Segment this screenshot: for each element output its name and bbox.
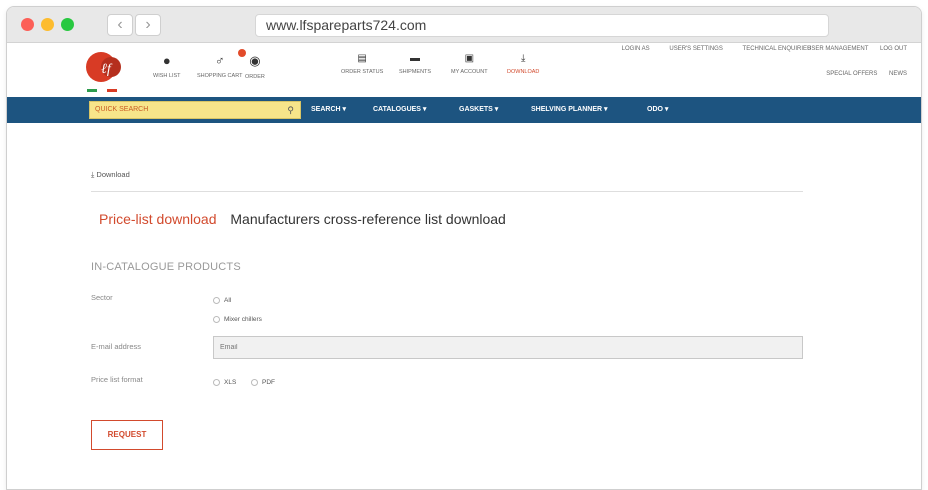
format-label: Price list format: [91, 375, 143, 384]
logo-icon[interactable]: ℓf: [85, 47, 125, 87]
nav-shelving-planner[interactable]: SHELVING PLANNER ▾: [531, 105, 608, 113]
page-content: ⤓ Download Price-list download Manufactu…: [7, 123, 921, 489]
close-window-button[interactable]: [21, 18, 34, 31]
right-links: SPECIAL OFFERS NEWS: [816, 71, 907, 77]
tab-cross-reference[interactable]: Manufacturers cross-reference list downl…: [230, 211, 505, 227]
cart-icon: ♂: [197, 49, 247, 68]
download-link[interactable]: ⤓ DOWNLOAD: [507, 53, 539, 75]
tab-price-list[interactable]: Price-list download: [99, 211, 217, 227]
url-bar[interactable]: www.lfspareparts724.com: [255, 14, 829, 37]
truck-icon: ▬: [410, 53, 421, 64]
breadcrumb: ⤓ Download: [91, 170, 803, 192]
browser-window: ‹ › www.lfspareparts724.com ℓf ● WISH LI…: [6, 6, 922, 490]
radio-circle[interactable]: [213, 316, 220, 323]
my-account-link[interactable]: ▣ MY ACCOUNT: [451, 53, 488, 75]
site-header: ℓf ● WISH LIST ♂ SHOPPING CART ◉ ORDER ▤…: [7, 43, 921, 97]
minimize-window-button[interactable]: [41, 18, 54, 31]
wish-list-icon: ●: [162, 53, 171, 68]
back-button[interactable]: ‹: [107, 14, 133, 36]
email-field[interactable]: [213, 336, 803, 359]
format-radio-pdf[interactable]: PDF: [251, 379, 275, 386]
order-link[interactable]: ◉ ORDER: [245, 53, 265, 80]
radio-circle[interactable]: [213, 379, 220, 386]
radio-circle[interactable]: [251, 379, 258, 386]
search-icon[interactable]: ⚲: [287, 102, 294, 118]
maximize-window-button[interactable]: [61, 18, 74, 31]
nav-gaskets[interactable]: GASKETS ▾: [459, 105, 498, 113]
shopping-cart-link[interactable]: ♂ SHOPPING CART: [197, 49, 247, 79]
logo-flag: [87, 89, 117, 92]
format-radio-xls[interactable]: XLS: [213, 379, 236, 386]
sector-label: Sector: [91, 293, 113, 302]
log-out-link[interactable]: LOG OUT: [880, 46, 907, 52]
special-offers-link[interactable]: SPECIAL OFFERS: [826, 71, 877, 77]
top-links: LOGIN AS USER'S SETTINGS TECHNICAL ENQUI…: [604, 46, 811, 52]
order-status-link[interactable]: ▤ ORDER STATUS: [341, 53, 383, 75]
browser-chrome: ‹ › www.lfspareparts724.com: [7, 7, 921, 43]
forward-button[interactable]: ›: [135, 14, 161, 36]
nav-search[interactable]: SEARCH ▾: [311, 105, 346, 113]
nav-catalogues[interactable]: CATALOGUES ▾: [373, 105, 426, 113]
users-settings-link[interactable]: USER'S SETTINGS: [669, 46, 723, 52]
order-status-icon: ▤: [357, 53, 367, 64]
login-as-link[interactable]: LOGIN AS: [622, 46, 650, 52]
quick-search-input[interactable]: QUICK SEARCH ⚲: [89, 101, 301, 119]
sector-radio-mixer-chillers[interactable]: Mixer chillers: [213, 316, 262, 323]
shipments-link[interactable]: ▬ SHIPMENTS: [399, 53, 431, 75]
request-button[interactable]: REQUEST: [91, 420, 163, 450]
order-icon: ◉: [249, 53, 261, 68]
email-label: E-mail address: [91, 342, 142, 351]
section-title: IN-CATALOGUE PRODUCTS: [91, 261, 241, 273]
calendar-icon: ▣: [464, 53, 475, 64]
user-management-link[interactable]: USER MANAGEMENT: [807, 46, 868, 52]
sector-radio-all[interactable]: All: [213, 297, 231, 304]
nav-odo[interactable]: ODO ▾: [647, 105, 668, 113]
radio-circle[interactable]: [213, 297, 220, 304]
main-navbar: QUICK SEARCH ⚲ SEARCH ▾ CATALOGUES ▾ GAS…: [7, 97, 921, 123]
download-icon: ⤓: [520, 53, 526, 64]
wish-list-link[interactable]: ● WISH LIST: [153, 53, 181, 79]
account-links: USER MANAGEMENT LOG OUT: [797, 46, 907, 52]
download-tabs: Price-list download Manufacturers cross-…: [99, 211, 506, 227]
news-link[interactable]: NEWS: [889, 71, 907, 77]
